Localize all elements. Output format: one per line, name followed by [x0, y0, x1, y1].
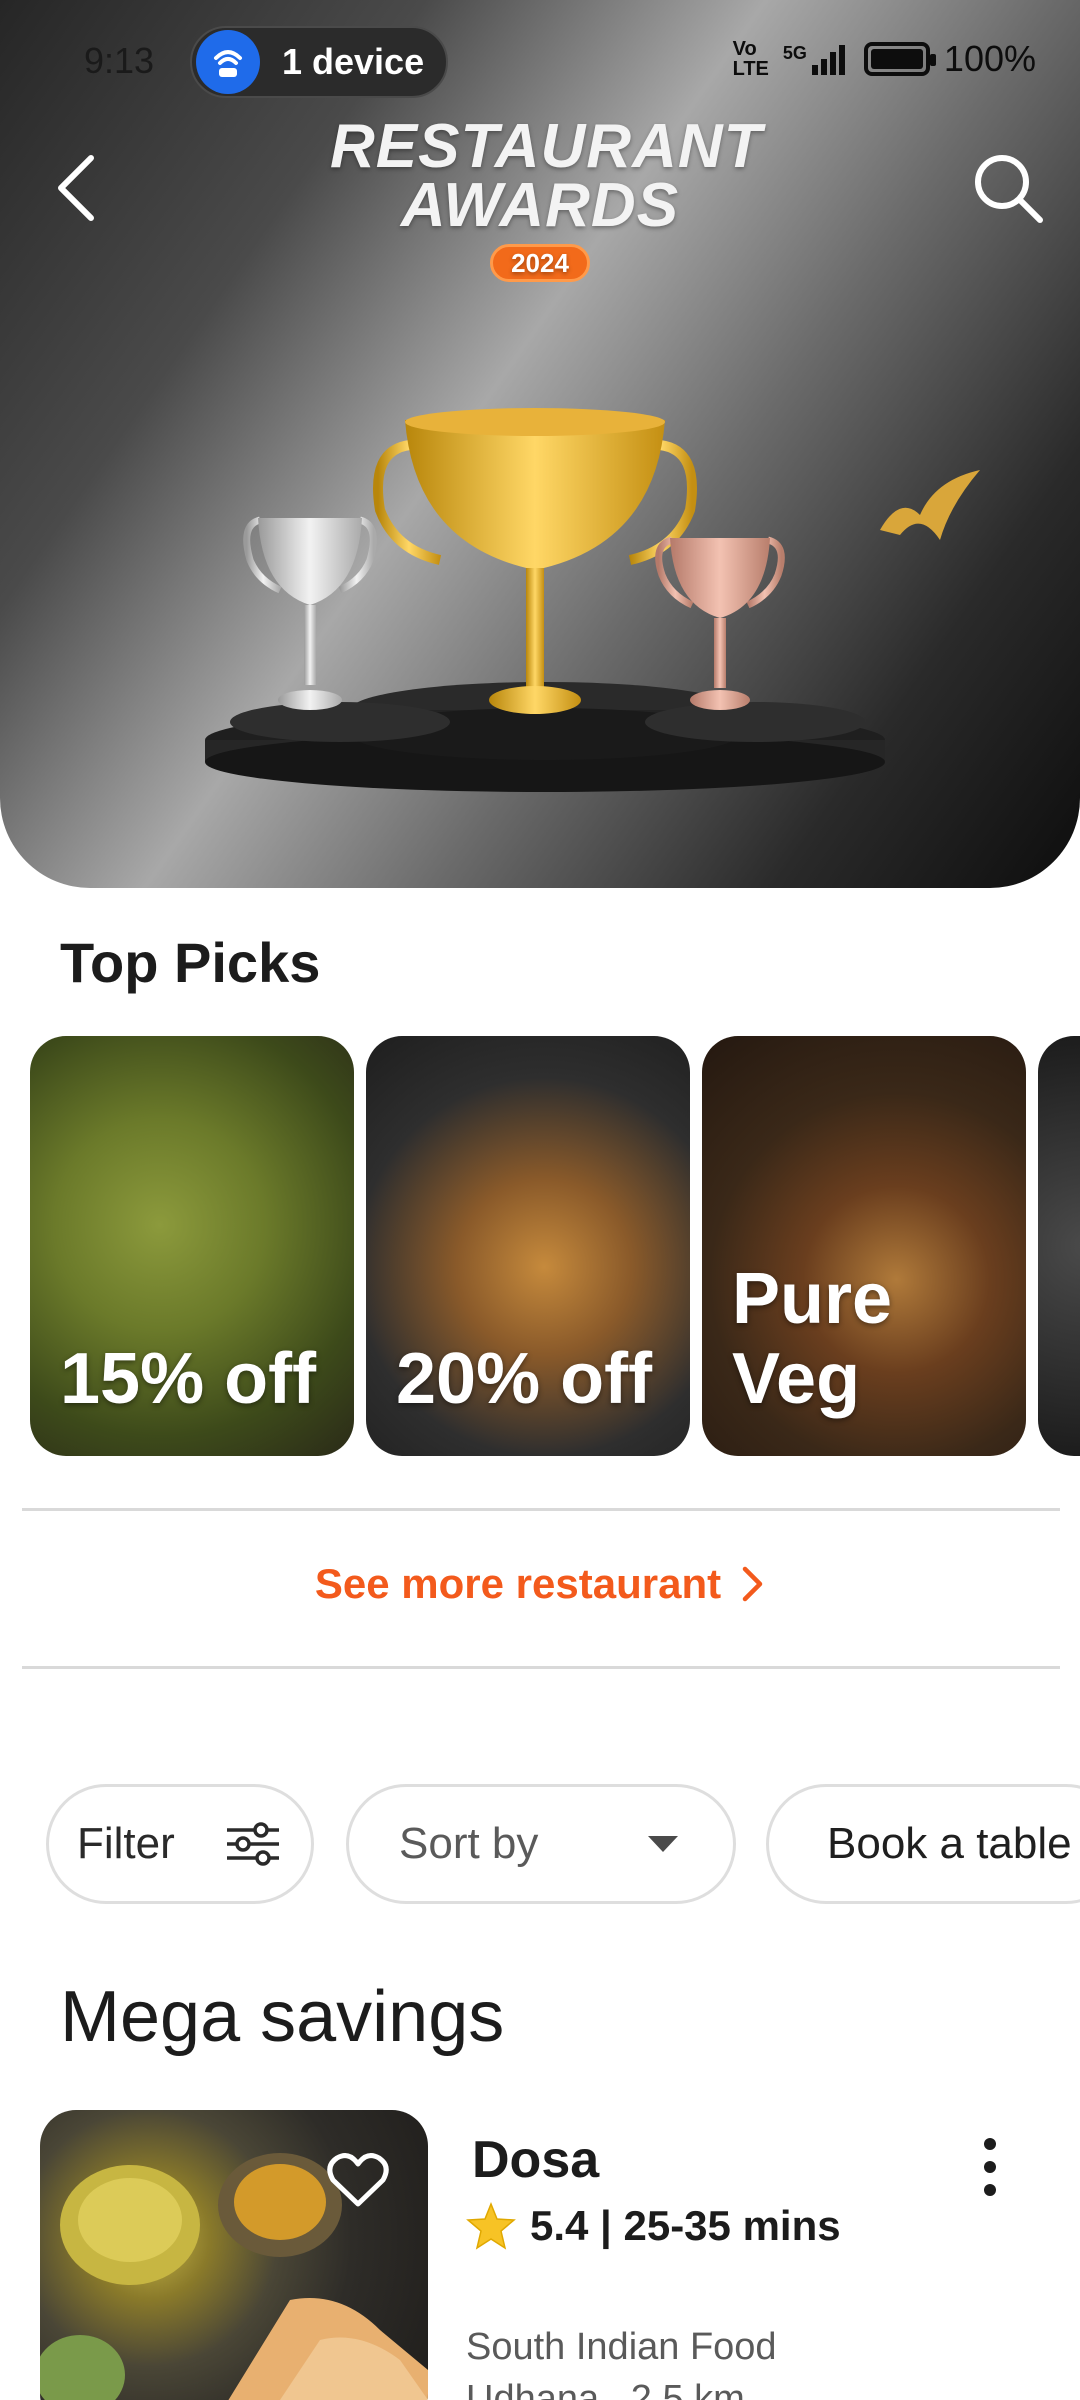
volte-icon: Vo LTE	[732, 38, 769, 80]
top-pick-label: Pure Veg	[732, 1258, 893, 1420]
trophies-illustration	[205, 408, 980, 792]
sliders-icon	[226, 1822, 279, 1866]
restaurant-rating-row: 5.4 | 25-35 mins	[466, 2202, 841, 2250]
status-bar: 9:13 1 device Vo LTE 5G 100%	[0, 0, 1080, 124]
mega-savings-title: Mega savings	[60, 1977, 505, 2057]
divider	[22, 1508, 1060, 1511]
heart-icon	[327, 2153, 389, 2207]
restaurant-meta: 5.4 | 25-35 mins	[530, 2202, 841, 2249]
more-options-button[interactable]	[970, 2132, 1010, 2202]
signal-icon: 5G	[783, 43, 850, 75]
back-button[interactable]	[40, 148, 110, 228]
restaurant-location: Udhana , 2.5 km	[466, 2378, 745, 2400]
top-picks-title: Top Picks	[60, 931, 321, 994]
awards-logo: RESTAURANT AWARDS 2024	[330, 112, 763, 283]
caret-down-icon	[648, 1836, 679, 1852]
chevron-right-icon	[742, 1566, 763, 1602]
hero-banner: 9:13 1 device Vo LTE 5G 100% RESTAURANT …	[0, 0, 1080, 888]
status-icons: Vo LTE 5G 100%	[733, 38, 1036, 80]
top-pick-card[interactable]	[1038, 1036, 1080, 1456]
see-more-label: See more restaurant	[314, 1560, 722, 1607]
top-pick-card[interactable]: Pure Veg	[702, 1036, 1026, 1456]
restaurant-name[interactable]: Dosa	[472, 2130, 599, 2190]
filter-label: Filter	[77, 1819, 175, 1868]
book-a-table-label: Book a table	[827, 1819, 1072, 1868]
awards-year-badge: 2024	[490, 243, 590, 283]
filter-button[interactable]: Filter	[46, 1784, 314, 1904]
kebab-dot	[984, 2184, 996, 2196]
sort-by-label: Sort by	[399, 1819, 539, 1868]
book-a-table-button[interactable]: Book a table	[766, 1784, 1080, 1904]
battery-percent: 100%	[943, 38, 1036, 79]
hotspot-icon	[196, 30, 260, 94]
top-pick-card[interactable]: 20% off	[366, 1036, 690, 1456]
status-time: 9:13	[84, 40, 155, 81]
battery-icon	[863, 42, 936, 76]
kebab-dot	[984, 2138, 996, 2150]
favorite-button[interactable]	[322, 2144, 394, 2216]
top-picks-carousel[interactable]: 15% off 20% off Pure Veg	[30, 1036, 1080, 1456]
awards-title-line1: RESTAURANT	[330, 112, 763, 181]
connected-devices-pill[interactable]: 1 device	[190, 26, 448, 98]
sort-by-dropdown[interactable]: Sort by	[346, 1784, 736, 1904]
divider	[22, 1666, 1060, 1669]
star-icon	[466, 2202, 516, 2250]
search-button[interactable]	[966, 146, 1050, 230]
kebab-dot	[984, 2161, 996, 2173]
device-count-label: 1 device	[282, 41, 425, 82]
top-pick-card[interactable]: 15% off	[30, 1036, 354, 1456]
see-more-restaurant-link[interactable]: See more restaurant	[0, 1560, 1080, 1608]
top-pick-label: 20% off	[396, 1339, 653, 1420]
chevron-left-icon	[58, 155, 94, 221]
restaurant-cuisine: South Indian Food	[466, 2326, 777, 2368]
search-icon	[975, 155, 1043, 223]
top-pick-label: 15% off	[60, 1339, 317, 1420]
awards-title-line2: AWARDS	[400, 170, 680, 240]
